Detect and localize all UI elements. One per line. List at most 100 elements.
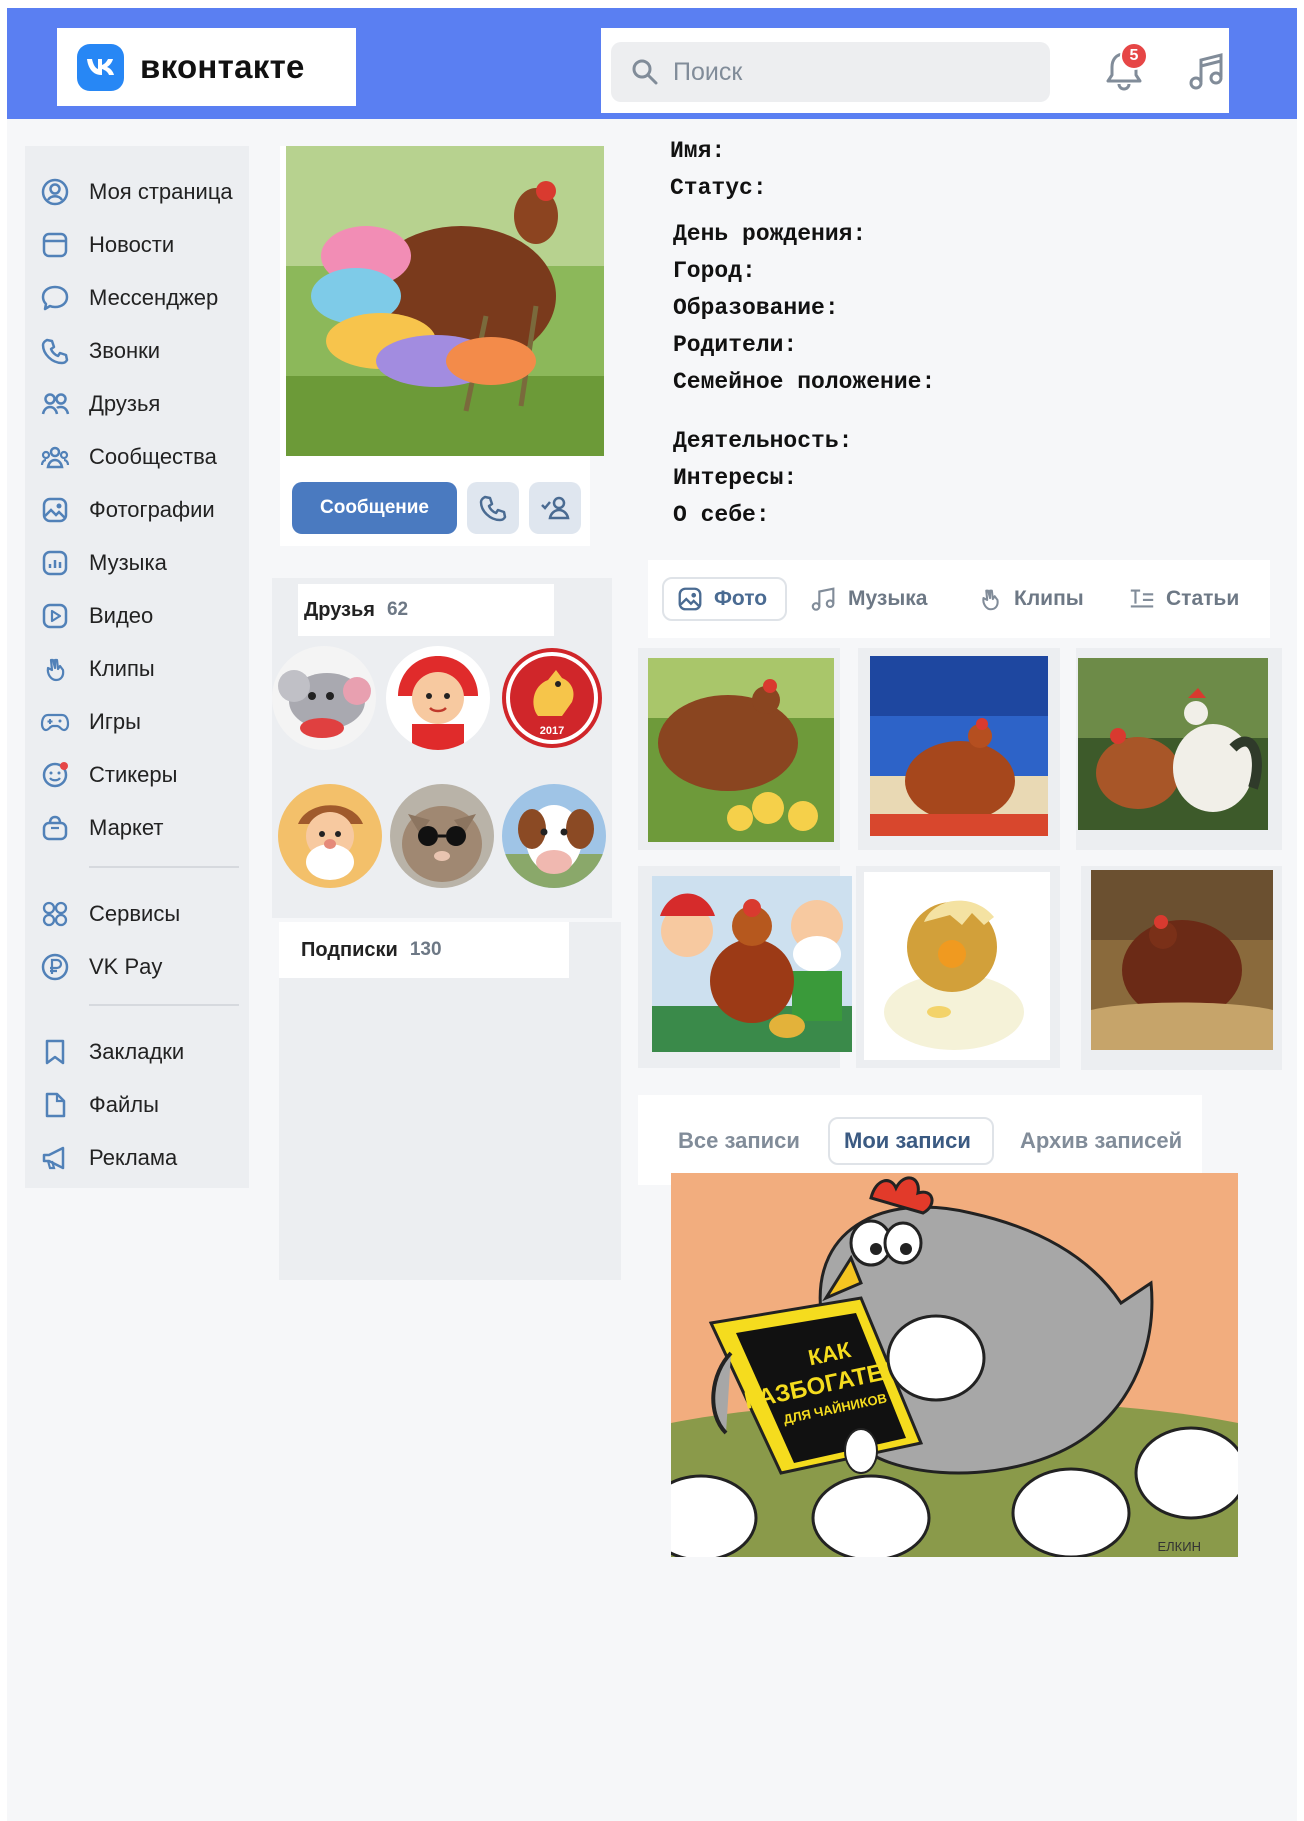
sidebar: Моя страница Новости Мессенджер Звонки Д… xyxy=(25,146,249,1188)
add-friend-button[interactable] xyxy=(529,482,581,534)
friend-avatar[interactable] xyxy=(386,646,490,750)
sidebar-item-music[interactable]: Музыка xyxy=(25,543,249,583)
sidebar-item-my-page[interactable]: Моя страница xyxy=(25,172,249,212)
info-parents: Родители: xyxy=(673,332,798,358)
sidebar-item-services[interactable]: Сервисы xyxy=(25,894,249,934)
sidebar-divider xyxy=(89,866,239,868)
sidebar-item-label: Стикеры xyxy=(89,762,178,787)
info-activity: Деятельность: xyxy=(673,428,853,454)
sidebar-item-label: Новости xyxy=(89,232,175,257)
info-family: Семейное положение: xyxy=(673,369,936,395)
video-icon xyxy=(39,600,71,632)
search-input[interactable]: Поиск xyxy=(611,42,1050,102)
sidebar-item-label: Реклама xyxy=(89,1145,178,1170)
sidebar-item-files[interactable]: Файлы xyxy=(25,1085,249,1125)
profile-card: Сообщение xyxy=(280,146,604,546)
photo-thumbnail[interactable] xyxy=(858,648,1060,850)
info-about: О себе: xyxy=(673,502,770,528)
photo-thumbnail[interactable] xyxy=(1081,866,1282,1070)
sidebar-divider xyxy=(89,1004,239,1006)
music-icon[interactable] xyxy=(1187,50,1229,94)
friend-avatar[interactable]: 2017 xyxy=(500,646,604,750)
tab-archive-posts[interactable]: Архив записей xyxy=(1020,1117,1182,1165)
sidebar-item-label: Файлы xyxy=(89,1092,159,1117)
services-grid-icon xyxy=(39,898,71,930)
gamepad-icon xyxy=(39,706,71,738)
sidebar-item-calls[interactable]: Звонки xyxy=(25,331,249,371)
photo-thumbnail[interactable] xyxy=(856,866,1060,1068)
photo-thumbnail[interactable] xyxy=(638,648,840,850)
sidebar-item-label: Звонки xyxy=(89,338,161,363)
market-bag-icon xyxy=(39,812,71,844)
sidebar-item-label: Маркет xyxy=(89,815,164,840)
message-button[interactable]: Сообщение xyxy=(292,482,457,534)
user-circle-icon xyxy=(39,176,71,208)
sidebar-item-vkpay[interactable]: VK Pay xyxy=(25,947,249,987)
sidebar-item-label: Музыка xyxy=(89,550,167,575)
post-image[interactable]: КАК РАЗБОГАТЕТЬ ДЛЯ ЧАЙНИКОВ ЕЛКИН xyxy=(671,1173,1238,1557)
vkpay-ruble-icon xyxy=(39,951,71,983)
sidebar-item-friends[interactable]: Друзья xyxy=(25,384,249,424)
logo[interactable]: вконтакте xyxy=(57,28,356,106)
sidebar-item-games[interactable]: Игры xyxy=(25,702,249,742)
tab-photo[interactable]: Фото xyxy=(662,577,787,621)
tab-label: Статьи xyxy=(1166,587,1240,610)
call-button[interactable] xyxy=(467,482,519,534)
info-birthday: День рождения: xyxy=(673,221,867,247)
tab-clips[interactable]: Клипы xyxy=(976,577,1084,621)
sidebar-item-stickers[interactable]: Стикеры xyxy=(25,755,249,795)
post-tabs: Все записи Мои записи Архив записей xyxy=(638,1095,1202,1185)
friend-avatar[interactable] xyxy=(502,784,606,888)
friend-avatar[interactable] xyxy=(278,784,382,888)
subscriptions-header[interactable]: Подписки 130 xyxy=(279,922,569,978)
file-icon xyxy=(39,1089,71,1121)
music-icon xyxy=(39,547,71,579)
profile-photo[interactable] xyxy=(286,146,604,456)
friend-avatar[interactable] xyxy=(272,646,376,750)
sidebar-item-photos[interactable]: Фотографии xyxy=(25,490,249,530)
sidebar-item-news[interactable]: Новости xyxy=(25,225,249,265)
friend-badge-year: 2017 xyxy=(540,725,564,737)
search-area: Поиск 5 xyxy=(601,28,1229,113)
photo-icon xyxy=(39,494,71,526)
sidebar-item-communities[interactable]: Сообщества xyxy=(25,437,249,477)
sidebar-item-label: Сервисы xyxy=(89,901,181,926)
tab-all-posts[interactable]: Все записи xyxy=(678,1117,800,1165)
subscriptions-count: 130 xyxy=(409,939,442,960)
megaphone-icon xyxy=(39,1142,71,1174)
tab-my-posts[interactable]: Мои записи xyxy=(828,1117,994,1165)
sidebar-item-label: Друзья xyxy=(89,391,161,416)
tab-label: Фото xyxy=(714,587,768,610)
notification-badge: 5 xyxy=(1120,42,1148,70)
info-city: Город: xyxy=(673,258,756,284)
tab-music[interactable]: Музыка xyxy=(810,577,927,621)
tab-label: Музыка xyxy=(848,587,928,610)
articles-icon xyxy=(1130,589,1154,608)
sidebar-item-label: Сообщества xyxy=(89,444,217,469)
sidebar-item-ads[interactable]: Реклама xyxy=(25,1138,249,1178)
news-icon xyxy=(39,229,71,261)
tab-articles[interactable]: Статьи xyxy=(1128,577,1239,621)
sidebar-item-clips[interactable]: Клипы xyxy=(25,649,249,689)
sidebar-item-label: Моя страница xyxy=(89,179,233,204)
sidebar-item-messenger[interactable]: Мессенджер xyxy=(25,278,249,318)
photo-thumbnail[interactable] xyxy=(1076,648,1282,850)
sticker-icon xyxy=(39,759,71,791)
photo-icon xyxy=(678,587,702,611)
friends-header[interactable]: Друзья 62 xyxy=(298,584,554,636)
logo-text: вконтакте xyxy=(140,48,305,85)
sidebar-item-label: Видео xyxy=(89,603,154,628)
friend-avatar[interactable] xyxy=(390,784,494,888)
sidebar-item-video[interactable]: Видео xyxy=(25,596,249,636)
photo-thumbnail[interactable] xyxy=(638,866,852,1068)
tab-label: Все записи xyxy=(678,1128,800,1153)
sidebar-item-market[interactable]: Маркет xyxy=(25,808,249,848)
friends-icon xyxy=(39,388,71,420)
sidebar-item-bookmarks[interactable]: Закладки xyxy=(25,1032,249,1072)
add-friend-icon xyxy=(541,496,570,520)
clips-icon xyxy=(39,653,71,685)
communities-icon xyxy=(39,441,71,473)
friends-count: 62 xyxy=(386,599,409,620)
subscriptions-title: Подписки xyxy=(301,938,398,961)
tab-label: Архив записей xyxy=(1020,1128,1183,1153)
